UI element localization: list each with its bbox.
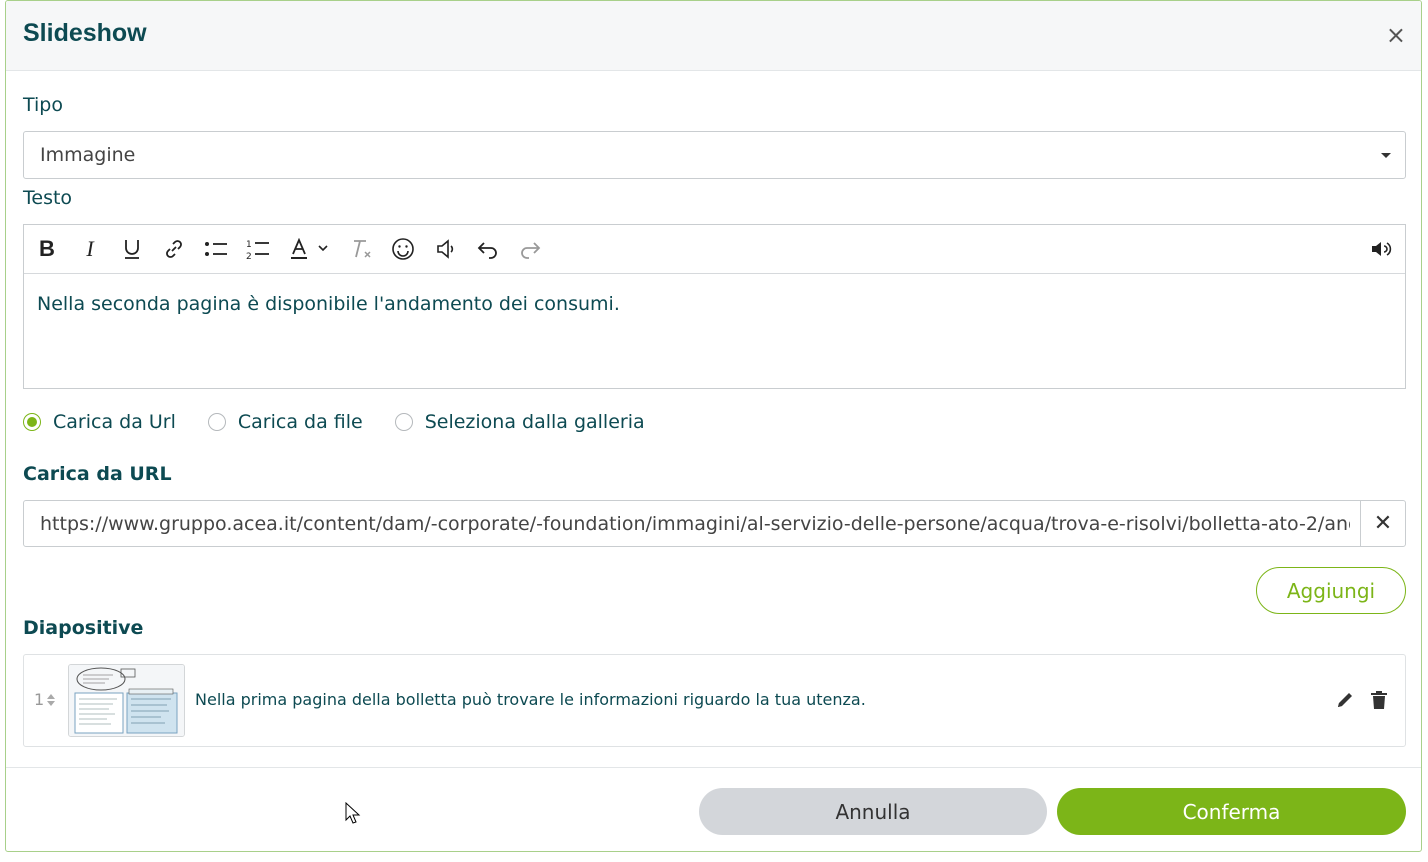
bold-icon[interactable]: B: [37, 236, 57, 261]
bullet-list-icon[interactable]: [204, 237, 228, 261]
speaker-icon[interactable]: [435, 237, 457, 261]
numbered-list-icon[interactable]: 12: [246, 237, 270, 261]
dialog-header: Slideshow ×: [6, 1, 1421, 71]
testo-label: Testo: [23, 187, 73, 209]
confirm-button[interactable]: Conferma: [1057, 788, 1406, 835]
redo-icon[interactable]: [519, 237, 541, 261]
caret-down-icon: [1381, 153, 1391, 158]
cancel-button[interactable]: Annulla: [699, 788, 1047, 835]
url-label: Carica da URL: [23, 463, 172, 485]
radio-icon: [394, 413, 413, 431]
slide-description: Nella prima pagina della bolletta può tr…: [195, 690, 866, 709]
radio-label: Carica da file: [237, 411, 363, 433]
italic-icon[interactable]: I: [80, 236, 100, 261]
link-icon[interactable]: [163, 237, 185, 261]
radio-carica-da-file[interactable]: Carica da file: [207, 411, 363, 433]
slide-item: 1 Nella prima pagina della bolletta può …: [23, 654, 1406, 747]
read-aloud-icon[interactable]: [1370, 237, 1392, 261]
source-options: Carica da Url Carica da file Seleziona d…: [23, 411, 677, 433]
slideshow-dialog: Slideshow × Tipo Immagine Testo B I 12 N…: [5, 0, 1422, 852]
clear-url-icon[interactable]: ✕: [1360, 501, 1405, 546]
radio-seleziona-galleria[interactable]: Seleziona dalla galleria: [394, 411, 645, 433]
radio-label: Carica da Url: [53, 411, 176, 433]
dialog-footer: Annulla Conferma: [6, 767, 1421, 851]
underline-icon[interactable]: [121, 237, 143, 261]
tipo-label: Tipo: [23, 94, 63, 116]
tipo-selected-value: Immagine: [40, 144, 136, 166]
clear-format-icon[interactable]: [350, 237, 374, 261]
radio-label: Seleziona dalla galleria: [424, 411, 645, 433]
slides-label: Diapositive: [23, 617, 144, 639]
pencil-icon[interactable]: [1335, 690, 1355, 710]
text-color-icon[interactable]: [289, 237, 335, 261]
slide-thumbnail: [68, 664, 185, 737]
slide-index: 1: [34, 690, 45, 709]
url-field: https://www.gruppo.acea.it/content/dam/-…: [23, 500, 1406, 547]
undo-icon[interactable]: [477, 237, 499, 261]
add-button[interactable]: Aggiungi: [1256, 567, 1406, 614]
mouse-cursor-icon: [345, 802, 361, 824]
close-icon[interactable]: ×: [1386, 23, 1406, 47]
editor-toolbar: B I 12: [24, 225, 1405, 274]
radio-carica-da-url[interactable]: Carica da Url: [23, 411, 176, 433]
editor-content[interactable]: Nella seconda pagina è disponibile l'and…: [37, 293, 620, 315]
radio-icon: [207, 413, 226, 431]
dialog-title: Slideshow: [23, 19, 147, 47]
rich-text-editor: B I 12 Nella seconda pagina è disponibil…: [23, 224, 1406, 389]
svg-text:2: 2: [246, 252, 252, 260]
tipo-select[interactable]: Immagine: [23, 131, 1406, 179]
url-input[interactable]: https://www.gruppo.acea.it/content/dam/-…: [40, 513, 1350, 535]
sort-handle-icon[interactable]: [46, 693, 56, 707]
radio-selected-icon: [23, 413, 41, 431]
svg-text:1: 1: [246, 240, 252, 250]
emoji-icon[interactable]: [391, 237, 415, 261]
trash-icon[interactable]: [1370, 690, 1388, 710]
